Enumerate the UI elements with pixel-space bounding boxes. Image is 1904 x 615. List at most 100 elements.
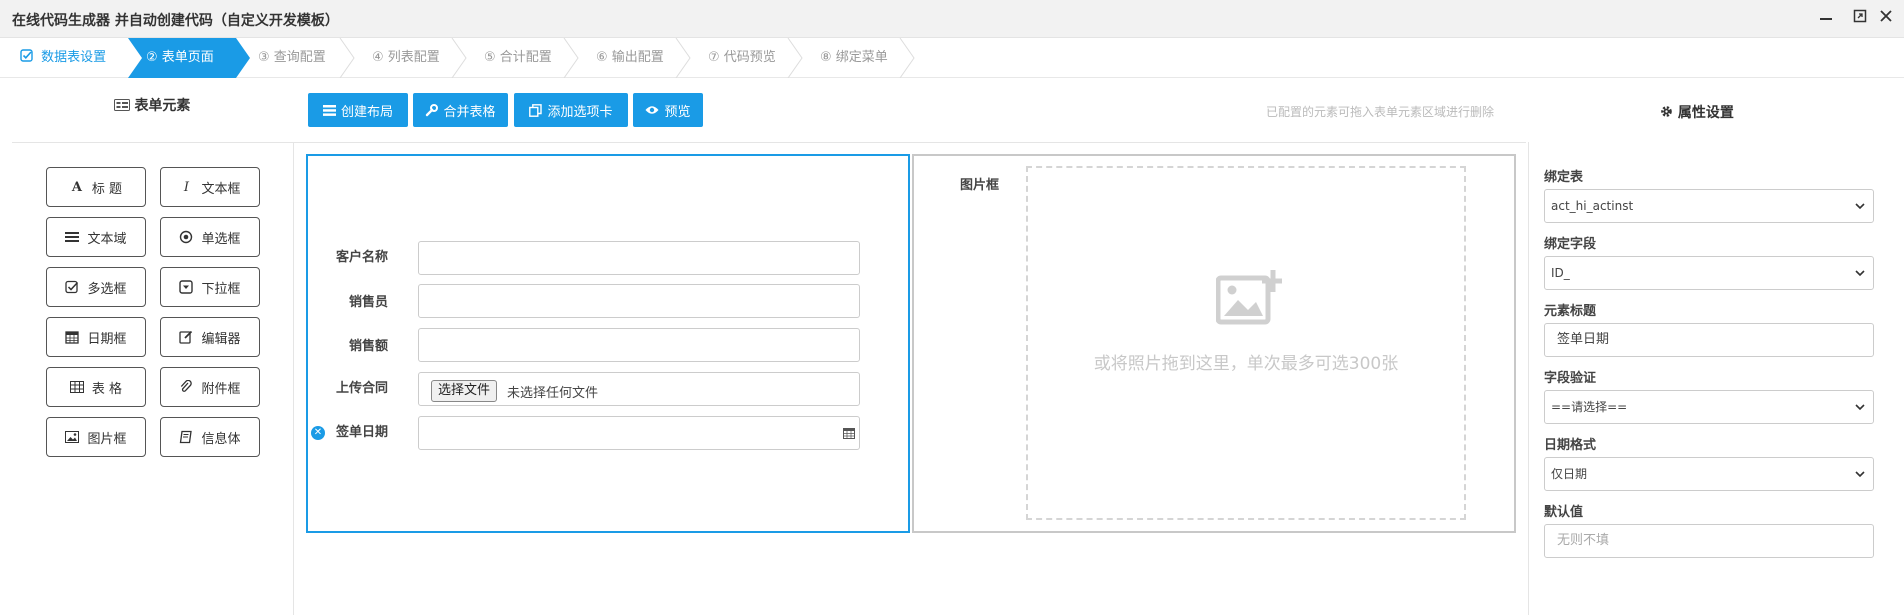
list-icon (322, 104, 336, 116)
sales-amount-input[interactable] (418, 328, 860, 362)
wizard-steps: 数据表设置 ② 表单页面 ③ 查询配置 ④ 列表配置 ⑤ 合计配置 ⑥ 输出配置… (0, 38, 1904, 78)
palette-heading-text: 表单元素 (134, 98, 191, 114)
chevron-down-icon (1855, 458, 1865, 490)
field-label: 销售员 (348, 295, 388, 310)
drag-hint: 已配置的元素可拖入表单元素区域进行删除 (1266, 105, 1495, 119)
divider (293, 142, 294, 615)
merge-table-button[interactable]: 合并表格 (413, 93, 508, 127)
field-label: 客户名称 (335, 250, 388, 265)
step-label: ② 表单页面 (146, 50, 214, 65)
prop-label: 字段验证 (1544, 371, 1597, 386)
field-validation-select[interactable]: ==请选择== (1544, 390, 1874, 424)
step-form-page[interactable]: ② 表单页面 (146, 38, 246, 78)
palette-item-label: 编辑器 (201, 331, 241, 347)
step-label: ⑤ 合计配置 (484, 50, 552, 65)
palette-item-label: 日期框 (87, 331, 127, 347)
bind-field-select[interactable]: ID_ (1544, 256, 1874, 290)
calendar-icon[interactable] (843, 427, 855, 439)
form-design-panel[interactable]: 客户名称 销售员 销售额 上传合同 选择文件 未选择任何文件 ✕ 签单日期 (306, 154, 910, 533)
button-label: 合并表格 (443, 104, 496, 120)
book-icon (180, 430, 193, 444)
field-label: 上传合同 (335, 381, 388, 396)
step-label: ④ 列表配置 (372, 50, 440, 65)
palette-attachment-button[interactable]: 附件框 (160, 367, 260, 407)
palette-image-button[interactable]: 图片框 (46, 417, 146, 457)
prop-label: 默认值 (1544, 505, 1584, 520)
image-drop-zone[interactable]: 或将照片拖到这里，单次最多可选300张 (1026, 166, 1466, 520)
palette-item-label: 文本域 (87, 231, 127, 247)
salesperson-input[interactable] (418, 284, 860, 318)
image-upload-panel: 图片框 或将照片拖到这里，单次最多可选300张 (912, 154, 1516, 533)
wrench-icon (426, 103, 439, 116)
palette-item-label: 附件框 (201, 381, 241, 397)
chevron-down-icon (1855, 190, 1865, 222)
step-label: ⑧ 绑定菜单 (820, 50, 888, 65)
palette-table-button[interactable]: 表 格 (46, 367, 146, 407)
palette-item-label: 标 题 (91, 181, 123, 197)
select-value: 仅日期 (1551, 467, 1588, 481)
maximize-icon[interactable] (1850, 8, 1870, 28)
element-title-input[interactable]: 签单日期 (1544, 323, 1874, 357)
preview-button[interactable]: 预览 (633, 93, 703, 127)
step-separators (339, 38, 915, 78)
properties-heading-text: 属性设置 (1677, 105, 1734, 121)
field-label: 销售额 (348, 339, 388, 354)
choose-file-button[interactable]: 选择文件 (431, 380, 498, 402)
step-label: ③ 查询配置 (258, 50, 326, 65)
prop-label: 绑定字段 (1544, 237, 1597, 252)
palette-item-label: 信息体 (201, 431, 241, 447)
sign-date-input[interactable] (418, 416, 860, 450)
dropdown-icon (179, 280, 194, 294)
divider (1528, 142, 1529, 615)
select-value: act_hi_actinst (1551, 199, 1634, 213)
palette-item-label: 图片框 (87, 431, 127, 447)
palette-item-label: 多选框 (87, 281, 127, 297)
step-code-preview[interactable]: ⑦ 代码预览 (708, 38, 776, 78)
step-label: ⑦ 代码预览 (708, 50, 776, 65)
field-label: 签单日期 (335, 425, 388, 440)
add-image-icon (1216, 270, 1282, 325)
form-icon (113, 99, 130, 111)
step-bind-menu[interactable]: ⑧ 绑定菜单 (820, 38, 888, 78)
palette-textbox-button[interactable]: I 文本框 (160, 167, 260, 207)
checkbox-icon (65, 280, 79, 294)
table-icon (69, 381, 84, 393)
date-format-select[interactable]: 仅日期 (1544, 457, 1874, 491)
button-label: 预览 (664, 104, 691, 120)
palette-textarea-button[interactable]: 文本域 (46, 217, 146, 257)
step-query-config[interactable]: ③ 查询配置 (258, 38, 326, 78)
step-output-config[interactable]: ⑥ 输出配置 (596, 38, 664, 78)
palette-item-label: 下拉框 (201, 281, 241, 297)
eye-icon (645, 106, 659, 114)
title-bar: 在线代码生成器 并自动创建代码（自定义开发模板） (0, 0, 1904, 38)
default-value-input[interactable]: 无则不填 (1544, 524, 1874, 558)
palette-checkbox-button[interactable]: 多选框 (46, 267, 146, 307)
minimize-icon[interactable] (1816, 8, 1836, 28)
palette-editor-button[interactable]: 编辑器 (160, 317, 260, 357)
palette-select-button[interactable]: 下拉框 (160, 267, 260, 307)
create-layout-button[interactable]: 创建布局 (308, 93, 408, 127)
palette-title-button[interactable]: A 标 题 (46, 167, 146, 207)
step-list-config[interactable]: ④ 列表配置 (372, 38, 440, 78)
code-generator-window: 在线代码生成器 并自动创建代码（自定义开发模板） 数据表设置 ② 表单页面 ③ … (0, 0, 1904, 615)
check-square-icon (20, 49, 33, 62)
add-tab-button[interactable]: 添加选项卡 (514, 93, 628, 127)
italic-icon: I (183, 179, 190, 195)
customer-name-input[interactable] (418, 241, 860, 275)
image-panel-label: 图片框 (960, 178, 1000, 193)
chevron-down-icon (1855, 257, 1865, 289)
palette-item-label: 单选框 (201, 231, 241, 247)
step-label: ⑥ 输出配置 (596, 50, 664, 65)
gear-icon (1661, 106, 1672, 117)
palette-radio-button[interactable]: 单选框 (160, 217, 260, 257)
bind-table-select[interactable]: act_hi_actinst (1544, 189, 1874, 223)
step-total-config[interactable]: ⑤ 合计配置 (484, 38, 552, 78)
divider (12, 142, 1526, 143)
image-icon (65, 431, 80, 443)
close-icon[interactable] (1876, 8, 1896, 28)
copy-icon (529, 103, 543, 117)
palette-date-button[interactable]: 日期框 (46, 317, 146, 357)
step-table-settings[interactable]: 数据表设置 (20, 38, 138, 78)
palette-info-button[interactable]: 信息体 (160, 417, 260, 457)
palette-item-label: 表 格 (91, 381, 123, 397)
